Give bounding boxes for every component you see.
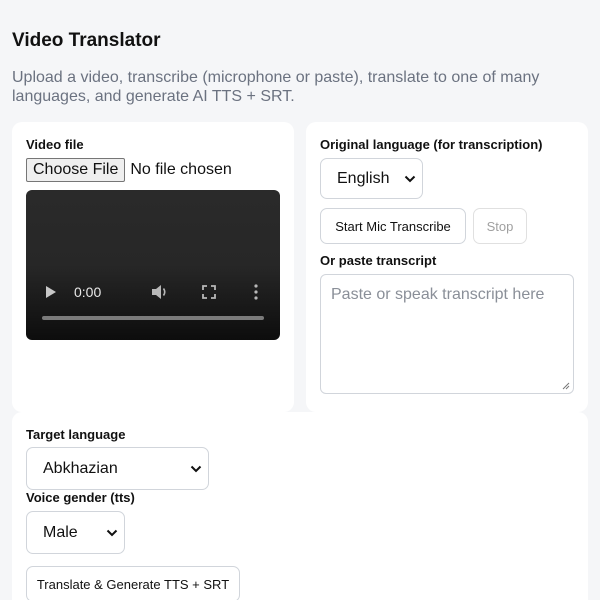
- volume-icon[interactable]: [151, 284, 169, 300]
- voice-gender-select[interactable]: Male: [26, 511, 125, 554]
- video-progress-bar[interactable]: [42, 316, 264, 320]
- play-icon[interactable]: [46, 286, 56, 298]
- page-title: Video Translator: [12, 30, 161, 51]
- translate-generate-button[interactable]: Translate & Generate TTS + SRT: [26, 566, 240, 600]
- chevron-down-icon: [190, 465, 202, 473]
- page-subtitle: Upload a video, transcribe (microphone o…: [12, 69, 540, 105]
- stop-button[interactable]: Stop: [473, 208, 527, 244]
- transcript-textarea[interactable]: Paste or speak transcript here: [320, 274, 574, 394]
- target-language-card: Target language Abkhazian Voice gender (…: [12, 412, 588, 600]
- original-language-card: Original language (for transcription) En…: [306, 122, 588, 412]
- file-status-text: No file chosen: [130, 161, 232, 178]
- start-mic-transcribe-button[interactable]: Start Mic Transcribe: [320, 208, 466, 244]
- original-language-select[interactable]: English: [320, 158, 423, 199]
- video-file-label: Video file: [26, 137, 84, 152]
- transcript-placeholder: Paste or speak transcript here: [331, 286, 545, 303]
- original-language-label: Original language (for transcription): [320, 137, 543, 152]
- video-card: Video file Choose File No file chosen 0:…: [12, 122, 294, 412]
- paste-transcript-label: Or paste transcript: [320, 253, 437, 268]
- file-input[interactable]: Choose File No file chosen: [26, 158, 232, 182]
- choose-file-button[interactable]: Choose File: [26, 158, 126, 182]
- target-language-value: Abkhazian: [43, 459, 118, 477]
- voice-gender-value: Male: [43, 523, 78, 541]
- video-player[interactable]: 0:00: [26, 190, 280, 340]
- target-language-label: Target language: [26, 427, 126, 442]
- more-vertical-icon[interactable]: [254, 284, 258, 300]
- voice-gender-label: Voice gender (tts): [26, 490, 135, 505]
- chevron-down-icon: [106, 529, 118, 537]
- resize-handle-icon[interactable]: [562, 382, 570, 390]
- target-language-select[interactable]: Abkhazian: [26, 447, 209, 490]
- chevron-down-icon: [404, 175, 416, 183]
- video-time: 0:00: [74, 284, 102, 300]
- original-language-value: English: [337, 169, 390, 187]
- fullscreen-icon[interactable]: [202, 285, 216, 299]
